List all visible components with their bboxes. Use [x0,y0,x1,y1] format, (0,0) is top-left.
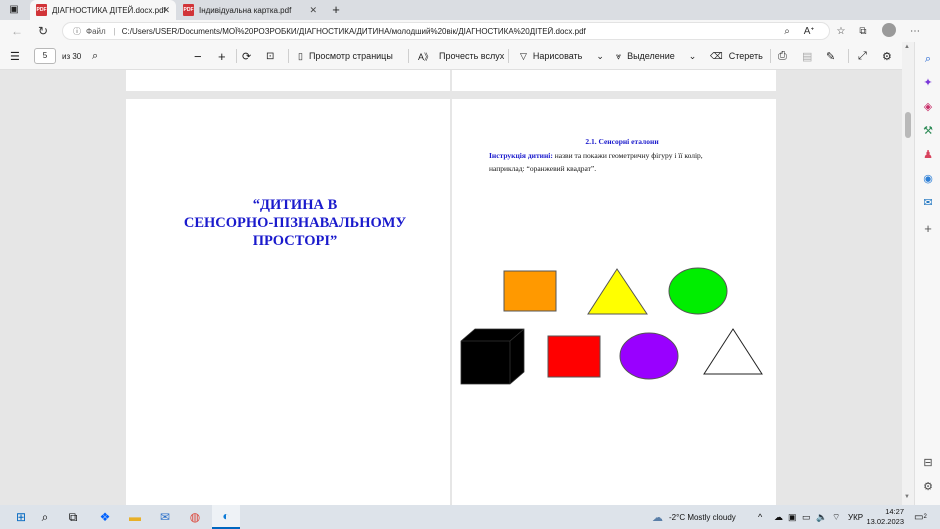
volume-icon[interactable]: 🔈 [816,505,827,529]
green-oval [668,267,728,315]
search-icon[interactable]: ⌕ [34,505,56,529]
chevron-up-icon[interactable]: ^ [758,505,762,529]
start-button[interactable]: ⊞ [10,505,32,529]
yellow-triangle [587,268,648,315]
black-cube [460,328,525,385]
network-icon[interactable]: ⌔ [832,505,840,529]
red-rectangle [547,335,601,378]
orange-square [503,270,557,312]
security-icon[interactable]: ▣ [788,505,797,529]
purple-oval [619,332,679,380]
file-explorer-icon[interactable]: ▬ [124,505,146,529]
language-indicator[interactable]: УКР [848,505,863,529]
edge-icon[interactable]: ◐ [212,505,240,529]
white-triangle [703,328,763,375]
cloud-icon: ☁ [652,511,663,524]
windows-taskbar: ⊞ ⌕ ⧉ ❖ ▬ ✉ ◍ ◐ ☁ -2°C Mostly cloudy ^ ☁ … [0,505,940,529]
screen: { "browser": { "tabs": [ {"title": "ДІАГ… [0,0,940,529]
shapes-figure [460,267,763,385]
onedrive-icon[interactable]: ☁ [774,505,783,529]
mail-icon[interactable]: ✉ [154,505,176,529]
clock[interactable]: 14:27 13.02.2023 [866,505,904,529]
notification-icon[interactable]: ▭ 2 [914,505,927,529]
task-view-icon[interactable]: ⧉ [62,505,84,529]
dropbox-icon[interactable]: ❖ [94,505,116,529]
chrome-icon[interactable]: ◍ [184,505,206,529]
weather-widget[interactable]: ☁ -2°C Mostly cloudy [652,505,736,529]
battery-icon[interactable]: ▭ [802,505,811,529]
